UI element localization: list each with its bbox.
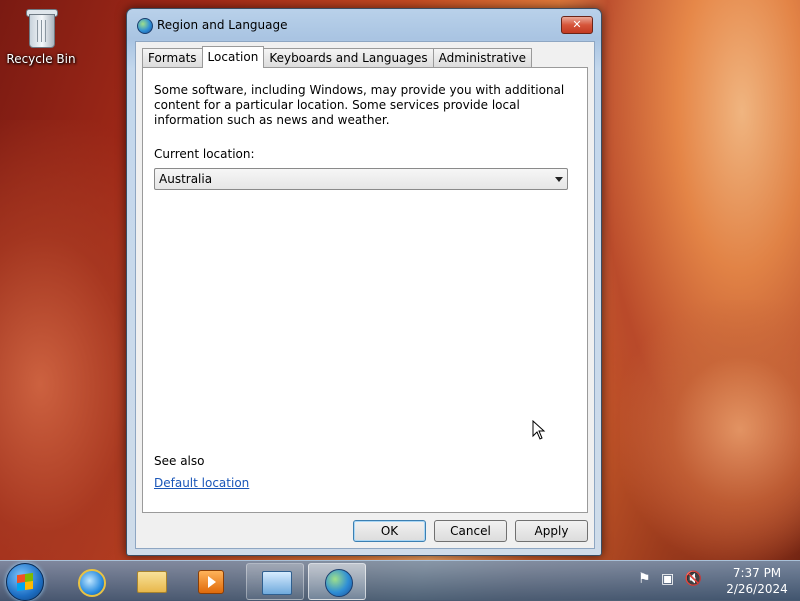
taskbar-item-file-explorer[interactable] bbox=[122, 563, 178, 598]
dropdown-selected-value: Australia bbox=[159, 172, 213, 186]
ok-button[interactable]: OK bbox=[353, 520, 426, 542]
tab-formats[interactable]: Formats bbox=[142, 48, 203, 67]
globe-icon bbox=[137, 18, 153, 34]
folder-icon bbox=[137, 571, 167, 593]
tab-keyboards-and-languages[interactable]: Keyboards and Languages bbox=[263, 48, 434, 67]
chevron-down-icon bbox=[555, 177, 563, 182]
taskbar: ⚑ ▣ 🔇 7:37 PM 2/26/2024 bbox=[0, 560, 800, 601]
windows-logo-icon bbox=[17, 572, 33, 592]
control-panel-icon bbox=[262, 571, 292, 595]
media-player-icon bbox=[198, 570, 224, 594]
clock[interactable]: 7:37 PM 2/26/2024 bbox=[718, 565, 796, 597]
location-description: Some software, including Windows, may pr… bbox=[154, 83, 565, 127]
tab-administrative[interactable]: Administrative bbox=[432, 48, 533, 67]
close-button[interactable]: ✕ bbox=[561, 16, 593, 34]
dialog-client-area: Formats Location Keyboards and Languages… bbox=[135, 41, 595, 549]
action-center-flag-icon[interactable]: ⚑ bbox=[638, 571, 651, 587]
see-also-label: See also bbox=[154, 454, 205, 468]
title-bar[interactable]: Region and Language ✕ bbox=[127, 9, 601, 41]
apply-button[interactable]: Apply bbox=[515, 520, 588, 542]
default-location-link[interactable]: Default location bbox=[154, 476, 249, 490]
system-tray: ⚑ ▣ 🔇 bbox=[638, 571, 708, 587]
current-location-dropdown[interactable]: Australia bbox=[154, 168, 568, 190]
window-title: Region and Language bbox=[157, 18, 288, 32]
taskbar-item-region-language[interactable] bbox=[308, 563, 366, 600]
clock-time: 7:37 PM bbox=[732, 566, 782, 580]
network-icon[interactable]: ▣ bbox=[661, 571, 674, 587]
desktop-icon-label: Recycle Bin bbox=[6, 52, 76, 66]
tab-location[interactable]: Location bbox=[201, 46, 265, 68]
location-tab-panel: Some software, including Windows, may pr… bbox=[142, 67, 588, 513]
wallpaper-swirl bbox=[620, 300, 800, 560]
internet-explorer-icon bbox=[78, 569, 106, 597]
current-location-label: Current location: bbox=[154, 147, 255, 161]
start-button[interactable] bbox=[6, 563, 44, 601]
cancel-button[interactable]: Cancel bbox=[434, 520, 507, 542]
taskbar-item-media-player[interactable] bbox=[182, 563, 238, 598]
tab-strip: Formats Location Keyboards and Languages… bbox=[142, 46, 533, 68]
taskbar-item-internet-explorer[interactable] bbox=[62, 563, 118, 598]
volume-muted-icon[interactable]: 🔇 bbox=[685, 571, 702, 587]
globe-icon bbox=[325, 569, 353, 597]
mouse-cursor-icon bbox=[532, 420, 546, 440]
taskbar-item-control-panel[interactable] bbox=[246, 563, 304, 600]
clock-date: 2/26/2024 bbox=[726, 582, 788, 596]
region-and-language-dialog: Region and Language ✕ Formats Location K… bbox=[126, 8, 602, 556]
desktop-icon-recycle-bin[interactable]: Recycle Bin bbox=[6, 6, 76, 66]
recycle-bin-icon bbox=[24, 6, 58, 48]
